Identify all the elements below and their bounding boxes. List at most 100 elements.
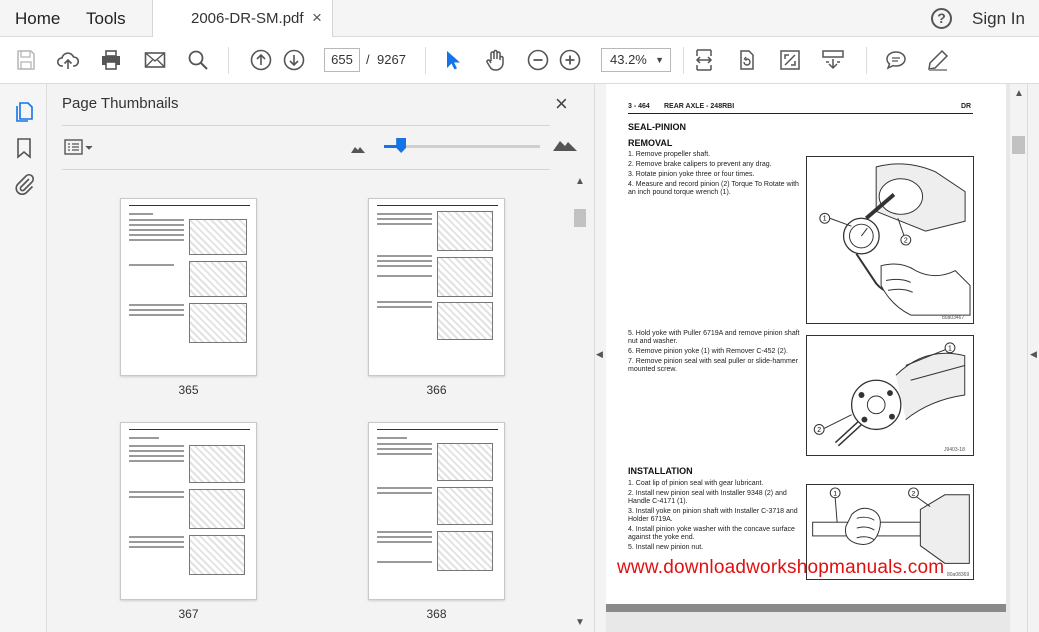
close-tab-icon[interactable]: × (312, 8, 322, 28)
help-icon[interactable]: ? (931, 8, 952, 29)
removal-step: 7. Remove pinion seal with seal puller o… (628, 358, 799, 373)
large-mountain-icon[interactable] (553, 137, 577, 156)
panel-divider (62, 125, 550, 126)
watermark-text: www.downloadworkshopmanuals.com (617, 557, 945, 578)
document-view: 3 - 464 REAR AXLE - 248RBI DR SEAL-PINIO… (606, 84, 1010, 632)
close-panel-icon[interactable]: × (555, 91, 568, 117)
panel-title: Page Thumbnails (62, 95, 179, 112)
fit-width-icon[interactable] (692, 48, 716, 72)
installation-step: 1. Coat lip of pinion seal with gear lub… (628, 480, 764, 487)
page-header-number: 3 - 464 (628, 103, 650, 110)
removal-step: 1. Remove propeller shaft. (628, 151, 711, 158)
thumbnail-page-366[interactable] (368, 198, 505, 376)
zoom-select[interactable]: 43.2% ▼ (601, 48, 671, 72)
scroll-up-icon[interactable]: ▲ (575, 176, 585, 187)
thumbnail-page-number: 368 (426, 607, 447, 621)
toolbar-divider (866, 47, 867, 74)
pdf-page: 3 - 464 REAR AXLE - 248RBI DR SEAL-PINIO… (606, 84, 1006, 604)
callout-1: 1 (823, 216, 827, 223)
sign-in-link[interactable]: Sign In (972, 9, 1025, 29)
document-tab-title: 2006-DR-SM.pdf (191, 10, 304, 27)
attachment-icon[interactable] (12, 172, 36, 196)
print-icon[interactable] (99, 48, 123, 72)
prev-page-icon[interactable] (249, 48, 273, 72)
toolbar-divider (683, 47, 684, 74)
removal-step: 5. Hold yoke with Puller 6719A and remov… (628, 330, 800, 345)
comment-icon[interactable] (884, 48, 908, 72)
callout-1: 1 (948, 345, 952, 352)
callout-2: 2 (904, 237, 908, 244)
figure-code: 80a03467 (942, 315, 965, 321)
bookmark-icon[interactable] (12, 136, 36, 160)
figure-code: J9403-18 (944, 447, 965, 453)
rotate-icon[interactable] (735, 48, 759, 72)
scrollbar-thumb[interactable] (1012, 136, 1025, 154)
thumbnail-page-number: 366 (426, 383, 447, 397)
installation-heading: INSTALLATION (628, 466, 693, 476)
document-scrollbar[interactable]: ▲ (1010, 84, 1027, 632)
thumbnail-options-icon[interactable] (64, 139, 94, 155)
zoom-out-icon[interactable] (526, 48, 550, 72)
figure-pinion-yoke: 1 2 J9403-18 (806, 335, 974, 456)
save-icon[interactable] (14, 48, 38, 72)
installation-step: 2. Install new pinion seal with Installe… (628, 490, 787, 505)
chevron-down-icon: ▼ (655, 55, 664, 65)
zoom-in-icon[interactable] (558, 48, 582, 72)
search-icon[interactable] (186, 48, 210, 72)
thumbnail-page-number: 365 (178, 383, 199, 397)
figure-torque-wrench: 1 2 80a03467 (806, 156, 974, 324)
scroll-down-icon[interactable]: ▼ (575, 617, 585, 628)
page-number-input[interactable]: 655 (324, 48, 360, 72)
page-header-model: DR (961, 103, 972, 110)
menu-home[interactable]: Home (15, 9, 60, 29)
pen-icon[interactable] (926, 48, 950, 72)
page-bottom-edge (606, 604, 1006, 612)
slider-handle[interactable] (396, 138, 407, 153)
hand-icon[interactable] (483, 48, 507, 72)
removal-step: 4. Measure and record pinion (2) Torque … (628, 181, 799, 196)
scrollbar-thumb[interactable] (574, 209, 586, 227)
scroll-up-icon[interactable]: ▲ (1014, 88, 1024, 99)
upload-icon[interactable] (56, 48, 80, 72)
section-title: SEAL-PINION (628, 122, 687, 132)
removal-step: 6. Remove pinion yoke (1) with Remover C… (628, 348, 788, 355)
small-mountain-icon[interactable] (351, 140, 365, 158)
page-header-section: REAR AXLE - 248RBI (664, 103, 735, 110)
menu-bar: Home Tools 2006-DR-SM.pdf × ? Sign In (0, 0, 1039, 37)
installation-step: 5. Install new pinion nut. (628, 544, 704, 551)
menu-tools[interactable]: Tools (86, 9, 126, 29)
thumbnail-page-367[interactable] (120, 422, 257, 600)
installation-step: 3. Install yoke on pinion shaft with Ins… (628, 508, 798, 523)
toolbar-divider (425, 47, 426, 74)
thumbnail-page-number: 367 (178, 607, 199, 621)
page-separator: / (366, 52, 370, 67)
chevron-left-icon: ◀ (596, 349, 603, 359)
header-rule (628, 113, 973, 114)
select-cursor-icon[interactable] (440, 48, 464, 72)
toolbar: 655 / 9267 43.2% ▼ (0, 37, 1039, 84)
figure-code: 80a08369 (947, 572, 970, 578)
removal-step: 3. Rotate pinion yoke three or four time… (628, 171, 755, 178)
thumbnail-size-slider[interactable] (384, 138, 540, 153)
chevron-left-icon: ◀ (1030, 349, 1037, 359)
next-page-icon[interactable] (282, 48, 306, 72)
toolbar-divider (228, 47, 229, 74)
removal-step: 2. Remove brake calipers to prevent any … (628, 161, 772, 168)
page-thumbnails-icon[interactable] (12, 100, 36, 124)
thumbnail-page-368[interactable] (368, 422, 505, 600)
collapse-panel-handle[interactable]: ◀ (594, 84, 606, 632)
left-rail (0, 84, 47, 632)
installation-step: 4. Install pinion yoke washer with the c… (628, 526, 795, 541)
scroll-mode-icon[interactable] (821, 48, 845, 72)
thumbnails-scrollbar[interactable]: ▲ ▼ (572, 176, 588, 628)
thumbnails-panel: Page Thumbnails × ▲ ▼ 365 366 367 368 (47, 84, 594, 632)
callout-2: 2 (817, 427, 821, 434)
zoom-value: 43.2% (610, 52, 647, 67)
full-screen-icon[interactable] (778, 48, 802, 72)
document-tab[interactable]: 2006-DR-SM.pdf × (152, 0, 333, 37)
email-icon[interactable] (143, 48, 167, 72)
total-pages: 9267 (377, 52, 406, 67)
thumbnail-page-365[interactable] (120, 198, 257, 376)
callout-1: 1 (833, 490, 837, 497)
collapse-right-panel-handle[interactable]: ◀ (1027, 84, 1039, 632)
